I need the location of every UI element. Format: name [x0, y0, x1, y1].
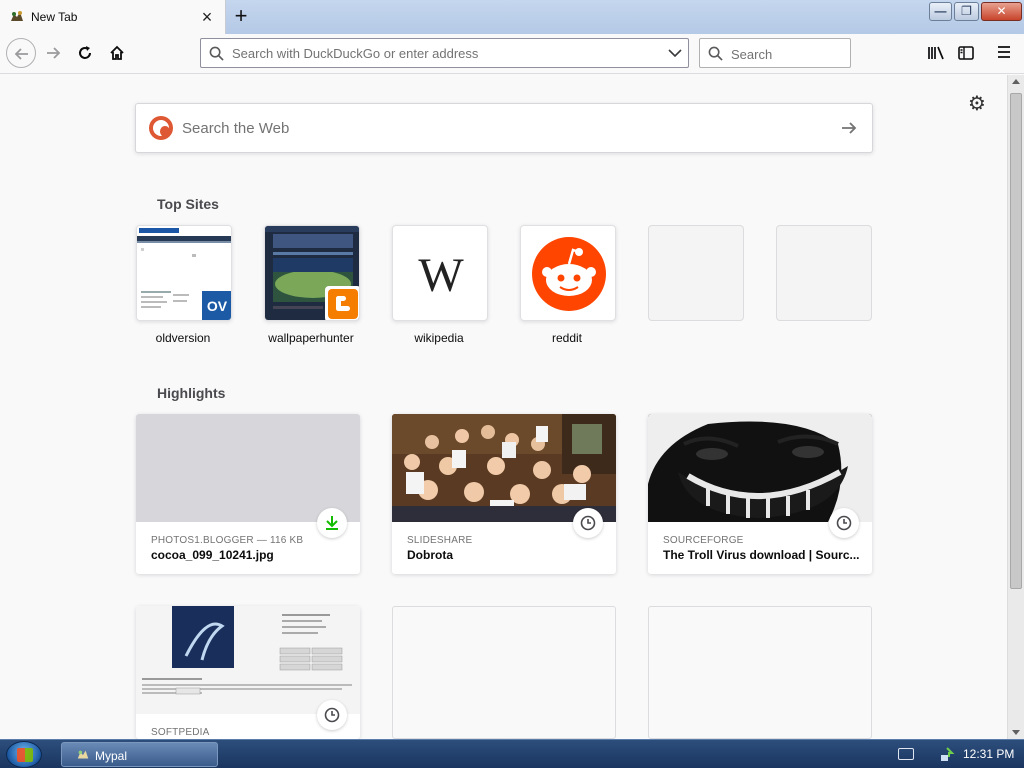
title-bar: New Tab × + — ❐ ✕: [0, 0, 1024, 34]
search-icon: [708, 46, 723, 61]
highlight-thumbnail-trollface: [648, 414, 872, 522]
gear-icon[interactable]: ⚙: [966, 94, 988, 116]
download-badge: [317, 508, 347, 538]
forward-button[interactable]: [38, 38, 68, 68]
download-icon: [326, 516, 338, 530]
reddit-logo-icon: [532, 237, 606, 311]
arrow-right-icon[interactable]: [840, 119, 858, 137]
web-search-input[interactable]: Search the Web: [182, 120, 289, 137]
library-icon: [928, 46, 944, 60]
top-site-label[interactable]: wikipedia: [375, 331, 503, 345]
clock-badge: [573, 508, 603, 538]
clock-icon: [580, 515, 596, 531]
reload-button[interactable]: [70, 38, 100, 68]
clock-icon: [836, 515, 852, 531]
reload-icon: [79, 46, 91, 59]
tab-close-icon[interactable]: ×: [196, 6, 218, 28]
top-site-label[interactable]: oldversion: [119, 331, 247, 345]
blogger-badge: [325, 286, 359, 320]
windows-logo-icon: [17, 748, 33, 762]
highlight-thumbnail-softpedia: [136, 606, 360, 714]
top-site-label[interactable]: reddit: [503, 331, 631, 345]
highlight-card-empty: [648, 606, 872, 739]
restore-icon: ❐: [961, 4, 972, 18]
chevron-down-icon[interactable]: [668, 47, 682, 59]
highlight-card[interactable]: SOURCEFORGE The Troll Virus download | S…: [648, 414, 872, 574]
duckduckgo-logo-icon: [149, 116, 173, 140]
scroll-up-arrow-icon[interactable]: [1012, 79, 1020, 84]
clock-badge: [317, 700, 347, 730]
home-button[interactable]: [102, 38, 132, 68]
menu-button[interactable]: [990, 38, 1020, 68]
top-site-tile-wallpaperhunter[interactable]: [264, 225, 360, 321]
highlight-card[interactable]: SOFTPEDIA: [136, 606, 360, 739]
taskbar-app-mypal[interactable]: Mypal: [61, 742, 218, 767]
top-site-label[interactable]: wallpaperhunter: [247, 331, 375, 345]
tab-new-tab[interactable]: New Tab ×: [0, 0, 226, 34]
highlight-title: The Troll Virus download | Sourc...: [663, 548, 860, 562]
taskbar-clock[interactable]: 12:31 PM: [963, 747, 1014, 761]
minimize-button[interactable]: —: [929, 2, 952, 21]
highlight-source: PHOTOS1.BLOGGER — 116 KB: [151, 535, 304, 546]
top-site-tile-empty[interactable]: [648, 225, 744, 321]
new-tab-button[interactable]: +: [228, 4, 254, 30]
navigation-toolbar: Search with DuckDuckGo or enter address …: [0, 34, 1024, 74]
top-sites-heading: Top Sites: [157, 196, 219, 212]
highlight-thumbnail-photo: [392, 414, 616, 522]
top-site-tile-empty[interactable]: [776, 225, 872, 321]
back-arrow-icon: [14, 48, 28, 60]
home-icon: [110, 45, 124, 60]
highlight-thumbnail: [136, 414, 360, 522]
back-button[interactable]: [6, 38, 36, 68]
highlights-heading: Highlights: [157, 385, 226, 401]
top-site-tile-oldversion[interactable]: OV: [136, 225, 232, 321]
maximize-button[interactable]: ❐: [954, 2, 979, 21]
clock-badge: [829, 508, 859, 538]
scroll-down-arrow-icon[interactable]: [1012, 730, 1020, 735]
top-site-tile-wikipedia[interactable]: W: [392, 225, 488, 321]
clock-icon: [324, 707, 340, 723]
search-icon: [209, 46, 224, 61]
highlight-source: SLIDESHARE: [407, 535, 473, 546]
vertical-scrollbar[interactable]: [1007, 75, 1024, 739]
highlight-card[interactable]: SLIDESHARE Dobrota: [392, 414, 616, 574]
highlight-card-empty: [392, 606, 616, 739]
mypal-favicon-icon: [11, 11, 23, 21]
library-button[interactable]: [920, 38, 950, 68]
highlight-source: SOURCEFORGE: [663, 535, 744, 546]
highlight-title: Dobrota: [407, 548, 453, 562]
forward-arrow-icon: [47, 47, 61, 59]
scrollbar-thumb[interactable]: [1010, 93, 1022, 589]
minimize-icon: —: [934, 4, 947, 18]
sidebar-icon: [958, 46, 974, 60]
sidebar-toggle-button[interactable]: [951, 38, 981, 68]
close-icon: ✕: [996, 4, 1007, 18]
highlight-title: cocoa_099_10241.jpg: [151, 548, 274, 562]
hamburger-menu-icon: [998, 46, 1010, 58]
taskbar: Mypal 12:31 PM: [0, 739, 1024, 768]
address-bar[interactable]: Search with DuckDuckGo or enter address: [200, 38, 689, 68]
keyboard-icon[interactable]: [898, 748, 914, 760]
web-search-box[interactable]: Search the Web: [135, 103, 873, 153]
search-input[interactable]: Search: [731, 47, 772, 62]
network-icon[interactable]: [939, 746, 955, 762]
start-button[interactable]: [6, 741, 42, 768]
blogger-icon: [328, 289, 358, 319]
mypal-icon: [77, 750, 89, 759]
wikipedia-logo: W: [418, 249, 464, 302]
address-input[interactable]: Search with DuckDuckGo or enter address: [232, 46, 478, 61]
highlight-source: SOFTPEDIA: [151, 727, 210, 738]
highlight-card[interactable]: PHOTOS1.BLOGGER — 116 KB cocoa_099_10241…: [136, 414, 360, 574]
close-window-button[interactable]: ✕: [981, 2, 1022, 21]
taskbar-app-label: Mypal: [95, 749, 128, 763]
tab-title: New Tab: [31, 10, 78, 24]
top-site-tile-reddit[interactable]: [520, 225, 616, 321]
oldversion-logo: OV: [202, 291, 231, 320]
search-bar[interactable]: Search: [699, 38, 851, 68]
oldversion-badge: OV: [200, 289, 231, 320]
